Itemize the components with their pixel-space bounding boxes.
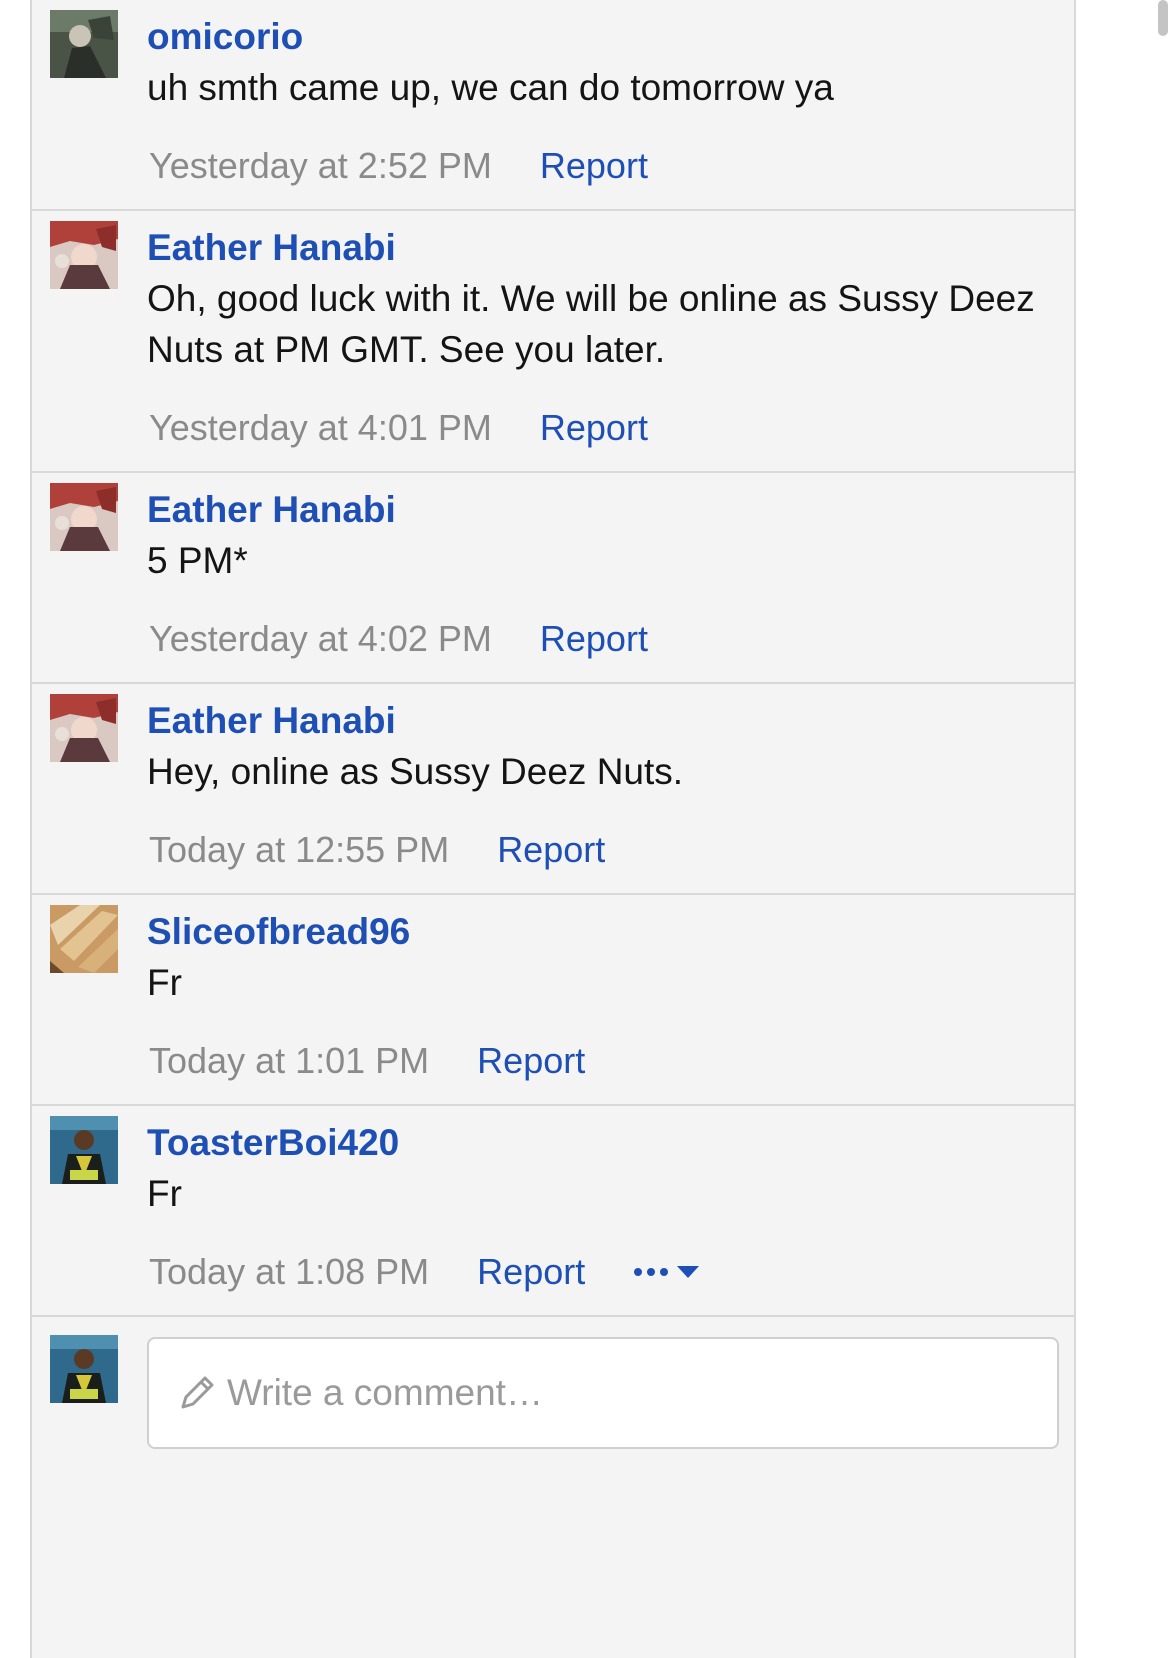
comment-text: 5 PM* [147,540,248,581]
comment-text: uh smth came up, we can do tomorrow ya [147,67,834,108]
report-link[interactable]: Report [540,145,648,187]
user-avatar-dark-icon [50,10,118,78]
comment-meta: Yesterday at 4:02 PM Report [147,614,1044,664]
comment-input-placeholder: Write a comment… [227,1372,543,1413]
comment-author[interactable]: omicorio [147,12,1044,62]
comment-thread: omicorio uh smth came up, we can do tomo… [30,0,1076,1658]
avatar[interactable] [50,483,118,551]
comment-timestamp[interactable]: Today at 12:55 PM [149,829,449,871]
comment-text: Fr [147,962,182,1003]
comment-timestamp[interactable]: Today at 1:08 PM [149,1251,429,1293]
comment-item: Eather Hanabi Oh, good luck with it. We … [32,211,1074,473]
comment-timestamp[interactable]: Yesterday at 2:52 PM [149,145,492,187]
avatar[interactable] [50,1335,118,1403]
comment-author[interactable]: Eather Hanabi [147,485,1044,535]
comment-text: Hey, online as Sussy Deez Nuts. [147,751,684,792]
avatar[interactable] [50,694,118,762]
user-avatar-anime-icon [50,694,118,762]
comment-timestamp[interactable]: Today at 1:01 PM [149,1040,429,1082]
user-avatar-suit-icon [50,1116,118,1184]
avatar[interactable] [50,10,118,78]
comment-item: Eather Hanabi 5 PM* Yesterday at 4:02 PM… [32,473,1074,684]
more-options-icon[interactable] [633,1262,703,1282]
comment-meta: Today at 1:01 PM Report [147,1036,1044,1086]
user-avatar-anime-icon [50,483,118,551]
comment-author[interactable]: Eather Hanabi [147,223,1044,273]
comment-meta: Today at 12:55 PM Report [147,825,1044,875]
report-link[interactable]: Report [540,407,648,449]
report-link[interactable]: Report [497,829,605,871]
comment-item: Eather Hanabi Hey, online as Sussy Deez … [32,684,1074,895]
avatar[interactable] [50,1116,118,1184]
comment-text: Fr [147,1173,182,1214]
comment-timestamp[interactable]: Yesterday at 4:02 PM [149,618,492,660]
comment-timestamp[interactable]: Yesterday at 4:01 PM [149,407,492,449]
report-link[interactable]: Report [540,618,648,660]
comment-composer: Write a comment… [32,1317,1074,1477]
comment-meta: Yesterday at 2:52 PM Report [147,141,1044,191]
report-link[interactable]: Report [477,1251,585,1293]
pencil-icon [181,1376,214,1409]
user-avatar-suit-icon [50,1335,118,1403]
avatar[interactable] [50,221,118,289]
avatar[interactable] [50,905,118,973]
comment-meta: Today at 1:08 PM Report [147,1247,1044,1297]
comment-author[interactable]: Eather Hanabi [147,696,1044,746]
comment-meta: Yesterday at 4:01 PM Report [147,403,1044,453]
comment-text: Oh, good luck with it. We will be online… [147,278,1035,370]
comment-author[interactable]: Sliceofbread96 [147,907,1044,957]
comment-item: ToasterBoi420 Fr Today at 1:08 PM Report [32,1106,1074,1317]
comment-item: omicorio uh smth came up, we can do tomo… [32,0,1074,211]
scrollbar[interactable] [1158,0,1168,36]
user-avatar-anime-icon [50,221,118,289]
user-avatar-bread-icon [50,905,118,973]
comment-input[interactable]: Write a comment… [147,1337,1059,1449]
comment-item: Sliceofbread96 Fr Today at 1:01 PM Repor… [32,895,1074,1106]
report-link[interactable]: Report [477,1040,585,1082]
comment-author[interactable]: ToasterBoi420 [147,1118,1044,1168]
